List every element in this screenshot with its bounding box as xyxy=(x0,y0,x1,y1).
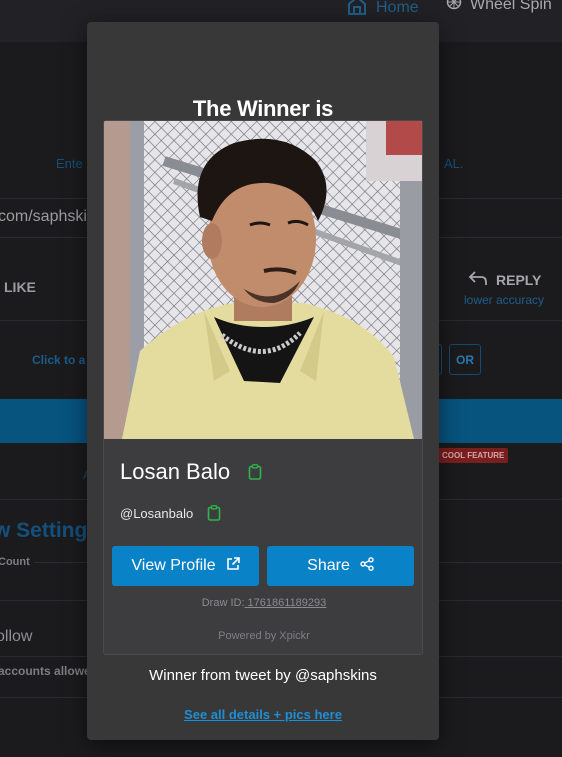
bg-or-button[interactable]: OR xyxy=(449,344,481,375)
bg-reply-subtext: lower accuracy xyxy=(464,293,545,307)
copy-name-clipboard-icon[interactable] xyxy=(248,464,262,480)
winner-name: Losan Balo xyxy=(120,459,231,484)
view-profile-button[interactable]: View Profile xyxy=(112,546,259,586)
nav-home-label: Home xyxy=(376,0,419,16)
draw-id-link[interactable]: 1761861189293 xyxy=(245,597,327,609)
modal-title: The Winner is xyxy=(192,96,334,121)
cool-feature-badge: COOL FEATURE xyxy=(438,448,509,463)
winner-photo xyxy=(104,121,422,439)
winner-modal: The Winner is Losan Balo @Losanbalo View… xyxy=(87,22,439,740)
winner-handle-row: @Losanbalo xyxy=(120,505,221,521)
home-icon xyxy=(346,0,368,21)
bg-hint-text-right: AL. xyxy=(444,156,464,171)
share-icon xyxy=(360,556,374,576)
powered-by: Powered by Xpickr xyxy=(218,630,310,642)
bg-like-option[interactable]: LIKE xyxy=(4,279,36,295)
winner-card: Losan Balo @Losanbalo View Profile Share xyxy=(103,120,423,655)
bg-click-hint: Click to a xyxy=(32,353,86,367)
copy-handle-clipboard-icon[interactable] xyxy=(207,505,221,521)
wheel-icon xyxy=(446,0,462,15)
nav-wheel-label: Wheel Spin xyxy=(470,0,552,13)
bg-follow-label: ollow xyxy=(0,628,33,645)
view-profile-label: View Profile xyxy=(131,557,216,574)
bg-reply-label: REPLY xyxy=(496,271,542,288)
bg-reply-option[interactable]: REPLY xyxy=(468,270,541,289)
share-button[interactable]: Share xyxy=(267,546,414,586)
bg-settings-heading: w Setting xyxy=(0,519,88,542)
draw-id-label: Draw ID: xyxy=(201,597,245,609)
see-all-details-link[interactable]: See all details + pics here xyxy=(87,707,439,722)
share-label: Share xyxy=(307,557,350,574)
winner-handle: @Losanbalo xyxy=(120,505,194,521)
nav-home[interactable]: Home xyxy=(346,0,419,21)
draw-id: Draw ID: 1761861189293 xyxy=(104,597,422,609)
bg-accounts-label: accounts allowe xyxy=(0,664,91,678)
reply-arrow-icon xyxy=(468,270,488,289)
winner-from-tweet: Winner from tweet by @saphskins xyxy=(149,667,377,684)
external-link-icon xyxy=(226,556,240,576)
nav-wheel-spin[interactable]: Wheel Spin xyxy=(446,0,552,15)
bg-hint-text: Ente xyxy=(56,156,83,171)
bg-url-value: com/saphski xyxy=(0,208,87,225)
winner-name-row: Losan Balo xyxy=(120,459,262,485)
bg-count-label: Count xyxy=(0,556,34,568)
